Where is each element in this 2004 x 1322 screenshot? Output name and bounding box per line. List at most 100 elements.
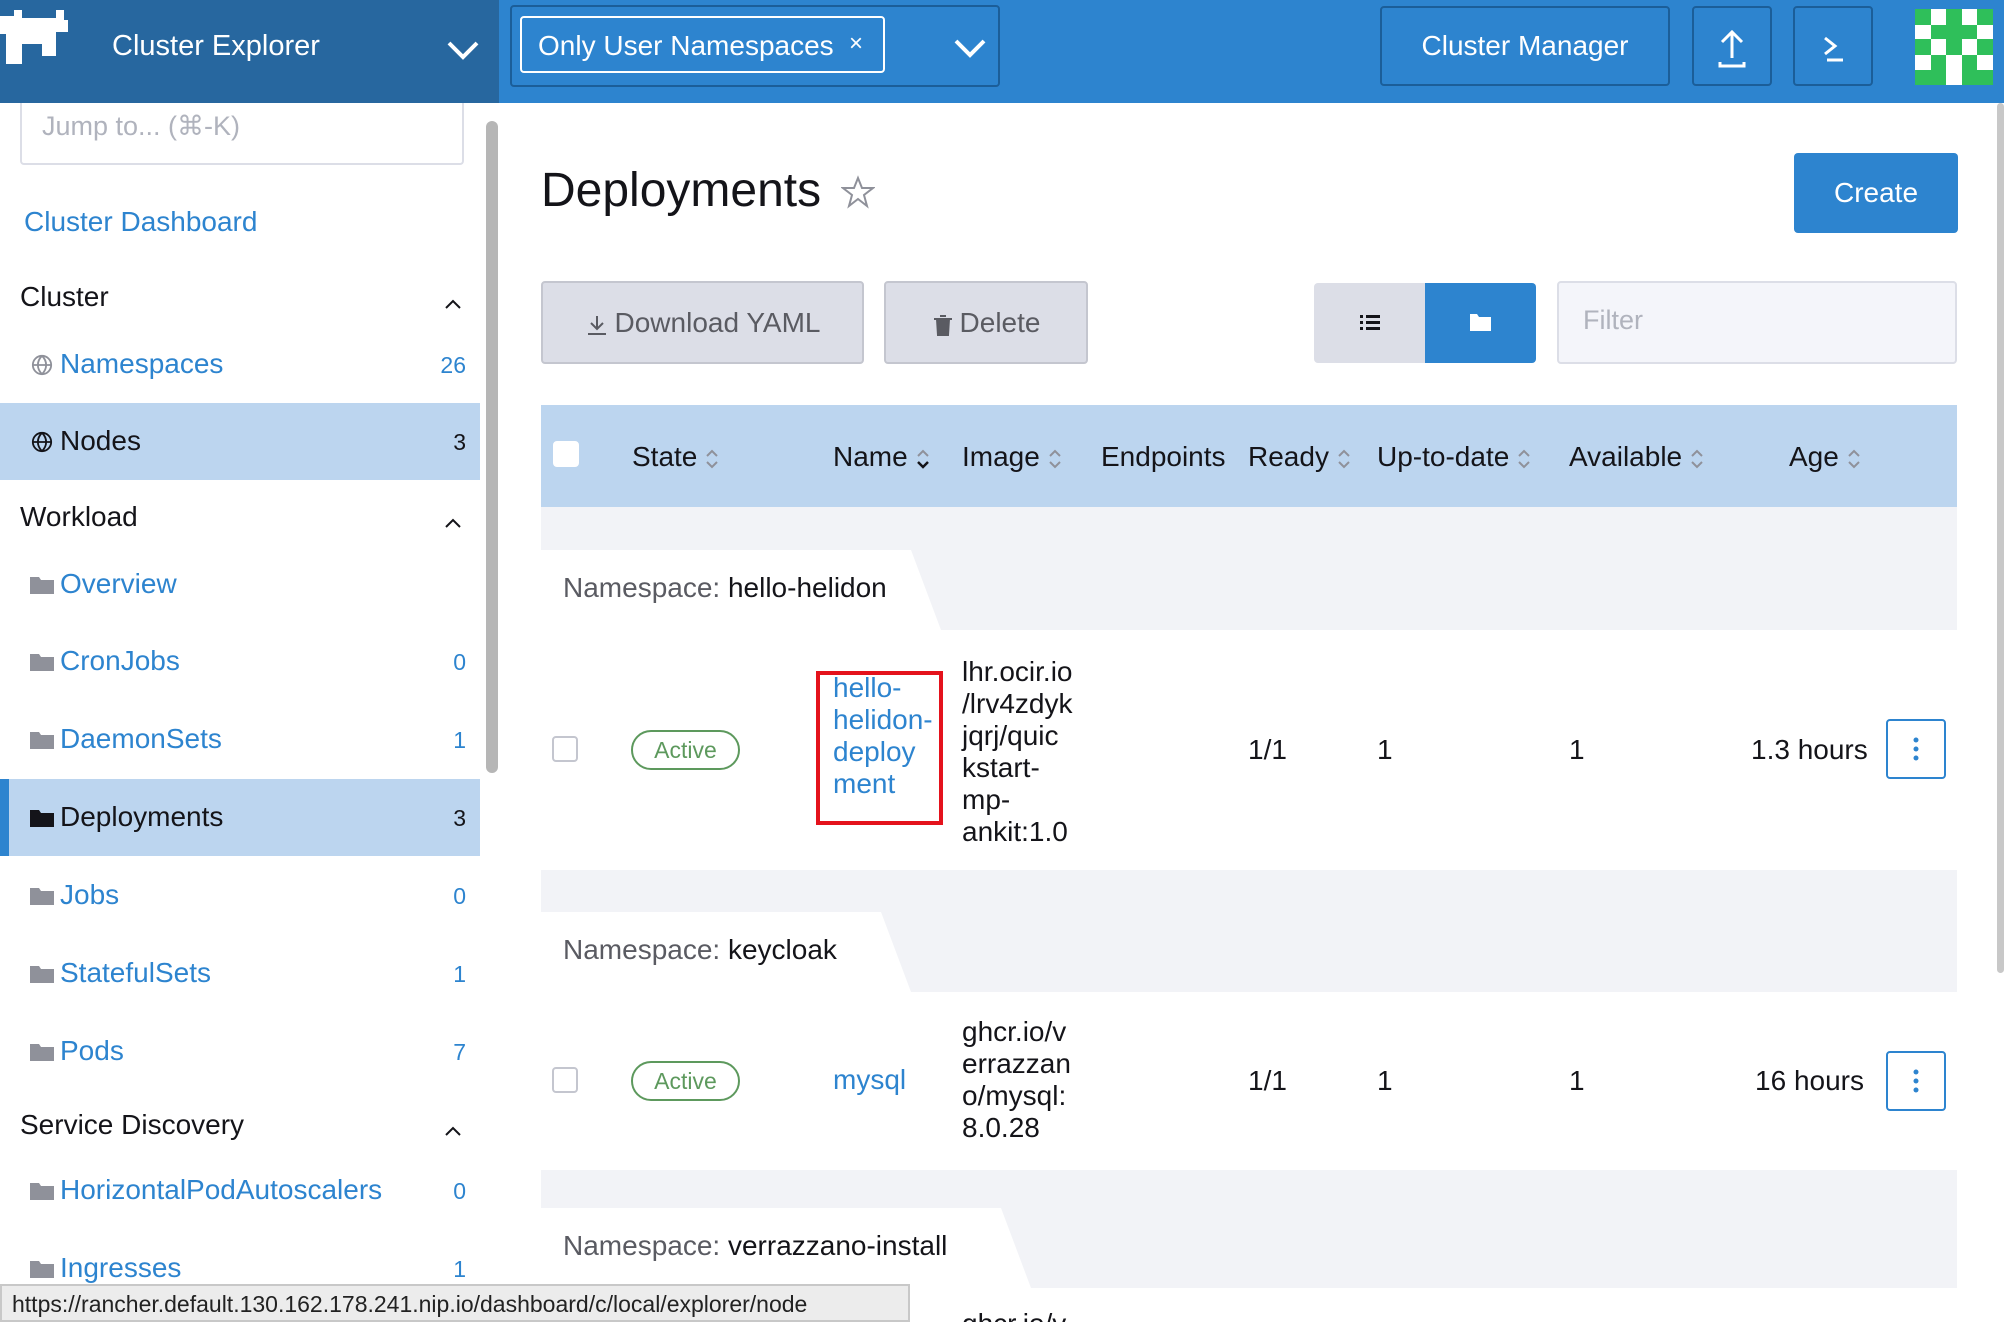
namespace-group-label: Namespace: hello-helidon <box>563 572 887 604</box>
folder-icon <box>30 654 54 671</box>
sidebar-item-cronjobs[interactable]: CronJobs 0 <box>0 623 480 700</box>
row-checkbox[interactable] <box>552 736 578 762</box>
section-service-discovery[interactable]: Service Discovery <box>20 1109 244 1141</box>
column-available[interactable]: Available <box>1569 441 1704 473</box>
cluster-manager-button[interactable]: Cluster Manager <box>1380 6 1670 86</box>
chevron-up-icon[interactable] <box>444 298 462 310</box>
section-workload[interactable]: Workload <box>20 501 138 533</box>
column-label: Age <box>1789 441 1839 472</box>
brand-menu[interactable]: Cluster Explorer <box>0 0 499 103</box>
image-line: 8.0.28 <box>962 1112 1040 1143</box>
namespace-name: verrazzano-install <box>727 1230 948 1261</box>
sort-icon <box>1518 449 1531 469</box>
column-endpoints: Endpoints <box>1101 441 1226 472</box>
row-actions-button[interactable] <box>1886 719 1946 779</box>
sidebar-item-label: StatefulSets <box>60 957 211 988</box>
app-title: Cluster Explorer <box>112 30 320 62</box>
sort-icon <box>706 449 719 469</box>
jump-to-placeholder: Jump to... (⌘-K) <box>42 111 241 141</box>
name-line: mysql <box>833 1064 907 1095</box>
image-cell: ghcr.io/v <box>962 1308 1066 1322</box>
column-label: Ready <box>1248 441 1329 472</box>
sidebar-item-overview[interactable]: Overview <box>0 546 480 623</box>
namespace-group-label: Namespace: verrazzano-install <box>563 1230 947 1262</box>
delete-button[interactable]: Delete <box>884 281 1088 364</box>
flat-list-toggle[interactable] <box>1314 283 1425 363</box>
sidebar-item-label: Nodes <box>60 425 141 456</box>
column-ready[interactable]: Ready <box>1248 441 1351 473</box>
row-actions-button[interactable] <box>1886 1051 1946 1111</box>
sidebar-item-label: Jobs <box>60 879 120 910</box>
namespace-name: keycloak <box>727 934 837 965</box>
column-age[interactable]: Age <box>1789 441 1861 473</box>
sidebar-item-daemonsets[interactable]: DaemonSets 1 <box>0 701 480 778</box>
namespace-filter-chip[interactable]: Only User Namespaces × <box>520 16 885 73</box>
sidebar-item-pods[interactable]: Pods 7 <box>0 1013 480 1090</box>
namespace-group-header: Namespace: keycloak <box>541 912 911 992</box>
column-name[interactable]: Name <box>833 441 930 473</box>
section-cluster[interactable]: Cluster <box>20 281 109 313</box>
group-by-namespace-toggle[interactable] <box>1425 283 1536 363</box>
deployment-name-link[interactable]: mysql <box>833 1064 906 1096</box>
status-url: https://rancher.default.130.162.178.241.… <box>12 1291 808 1317</box>
app-window: Cluster Explorer Only User Namespaces × … <box>0 0 2004 1322</box>
sidebar-item-nodes[interactable]: Nodes 3 <box>0 403 480 480</box>
sidebar-item-count: 0 <box>453 883 466 909</box>
folder-icon <box>30 577 54 594</box>
image-line: /lrv4zdyk <box>962 688 1073 719</box>
link-status-bar: https://rancher.default.130.162.178.241.… <box>0 1284 910 1322</box>
folder-icon <box>30 888 54 905</box>
sidebar-item-namespaces[interactable]: Namespaces 26 <box>0 326 480 403</box>
image-line: o/mysql: <box>962 1080 1067 1111</box>
sidebar-item-label: Overview <box>60 568 177 599</box>
column-image[interactable]: Image <box>962 441 1062 473</box>
download-yaml-button[interactable]: Download YAML <box>541 281 864 364</box>
globe-icon <box>31 431 53 453</box>
image-cell: ghcr.io/v errazzan o/mysql: 8.0.28 <box>962 1016 1071 1144</box>
sidebar-item-label: Ingresses <box>60 1252 182 1283</box>
create-button[interactable]: Create <box>1794 153 1958 233</box>
import-yaml-button[interactable] <box>1692 6 1772 86</box>
column-up-to-date[interactable]: Up-to-date <box>1377 441 1531 473</box>
star-icon[interactable] <box>841 175 875 209</box>
kubectl-shell-button[interactable] <box>1793 6 1873 86</box>
row-checkbox[interactable] <box>552 1067 578 1093</box>
terminal-icon <box>1824 36 1843 62</box>
chevron-down-icon[interactable] <box>446 38 480 62</box>
sidebar-item-deployments[interactable]: Deployments 3 <box>0 779 480 856</box>
age-cell: 1.3 hours <box>1751 734 1868 765</box>
chevron-down-icon[interactable] <box>953 36 987 60</box>
page-scrollbar[interactable] <box>1997 103 2004 973</box>
age-cell: 16 hours <box>1755 1065 1864 1096</box>
folder-icon <box>30 1261 54 1278</box>
user-avatar[interactable] <box>1915 9 1993 85</box>
sidebar: Jump to... (⌘-K) Cluster Dashboard Clust… <box>0 103 499 1322</box>
sidebar-item-statefulsets[interactable]: StatefulSets 1 <box>0 935 480 1012</box>
trash-icon <box>933 314 952 336</box>
table-row[interactable]: Active mysql ghcr.io/v errazzan o/mysql:… <box>541 992 1957 1170</box>
up-to-date-cell: 1 <box>1377 1065 1393 1096</box>
image-line: jqrj/quic <box>962 720 1059 751</box>
close-icon[interactable]: × <box>849 30 863 58</box>
sidebar-item-count: 0 <box>453 649 466 675</box>
column-label: Name <box>833 441 908 472</box>
active-indicator <box>0 779 9 856</box>
column-label: Up-to-date <box>1377 441 1510 472</box>
namespace-group-header: Namespace: verrazzano-install <box>541 1208 1031 1288</box>
column-state[interactable]: State <box>632 441 719 473</box>
chevron-up-icon[interactable] <box>444 1125 462 1137</box>
available-cell: 1 <box>1569 1065 1585 1096</box>
sidebar-scrollbar[interactable] <box>486 121 498 773</box>
sort-icon <box>1049 449 1061 469</box>
select-all-checkbox[interactable] <box>553 441 579 467</box>
annotation-highlight-box <box>816 671 943 825</box>
filter-input[interactable]: Filter <box>1557 281 1957 364</box>
jump-to-input[interactable]: Jump to... (⌘-K) <box>20 103 464 165</box>
sidebar-item-jobs[interactable]: Jobs 0 <box>0 857 480 934</box>
chevron-up-icon[interactable] <box>444 517 462 529</box>
cluster-dashboard-link[interactable]: Cluster Dashboard <box>24 206 257 238</box>
image-line: ankit:1.0 <box>962 816 1068 847</box>
sidebar-item-count: 1 <box>453 961 466 987</box>
table-row[interactable]: Active hello- helidon- deploy ment lhr.o… <box>541 630 1957 870</box>
sidebar-item-horizontalpodautoscalers[interactable]: HorizontalPodAutoscalers 0 <box>0 1152 480 1229</box>
